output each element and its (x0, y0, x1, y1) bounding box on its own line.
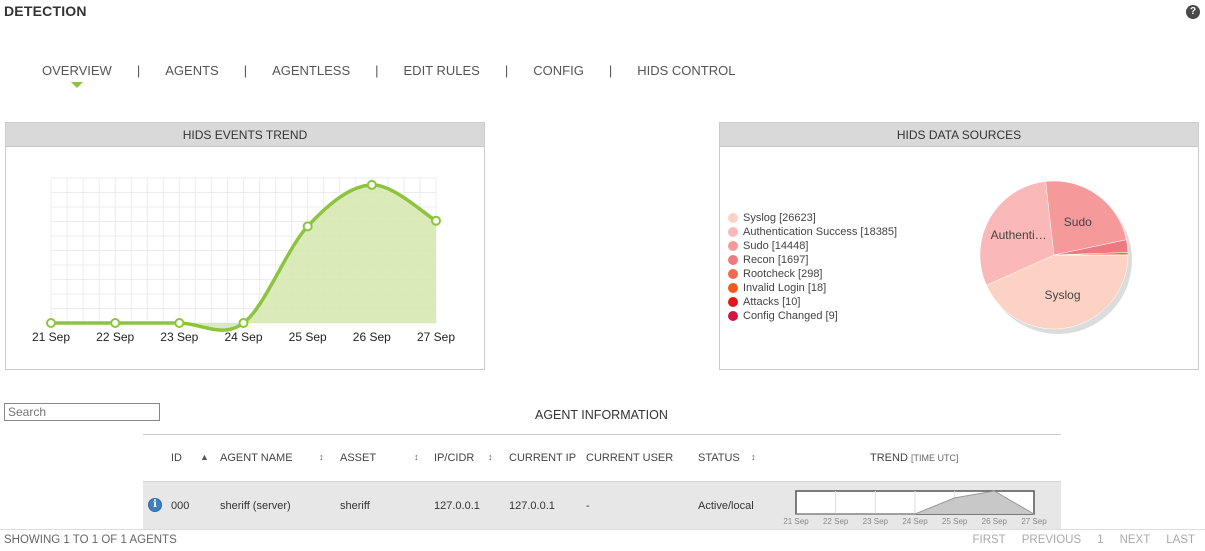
cell-agent-name: sheriff (server) (220, 500, 291, 512)
panel-title: HIDS EVENTS TREND (6, 123, 484, 147)
tab-separator: | (375, 63, 379, 78)
hids-events-trend-panel: HIDS EVENTS TREND 21 Sep 22 Sep 23 Sep 24 S… (5, 122, 485, 370)
cell-asset: sheriff (340, 500, 370, 512)
cell-current-user: - (586, 500, 590, 512)
x-tick-label: 25 Sep (289, 330, 327, 344)
sort-icon[interactable]: ↕ (414, 452, 419, 462)
pager-first[interactable]: FIRST (972, 534, 1005, 546)
events-trend-chart: 21 Sep 22 Sep 23 Sep 24 Sep 25 Sep 26 Sep 27 S… (32, 177, 455, 344)
data-point (366, 179, 377, 190)
hids-data-sources-panel: HIDS DATA SOURCES Syslog [26623] Authenti… (719, 122, 1199, 370)
col-header-status[interactable]: STATUS (698, 452, 740, 464)
pager-page[interactable]: 1 (1097, 534, 1103, 546)
data-point (238, 318, 249, 328)
help-icon[interactable]: ? (1186, 5, 1200, 19)
pager-last[interactable]: LAST (1166, 534, 1195, 546)
pagination: FIRST PREVIOUS 1 NEXT LAST (972, 534, 1195, 546)
tab-agents[interactable]: AGENTS (165, 63, 218, 84)
col-header-current-ip: CURRENT IP (509, 452, 577, 464)
table-header-rule (143, 434, 1061, 435)
data-point (46, 318, 56, 328)
sparkline-tick-label: 24 Sep (902, 517, 928, 526)
tab-separator: | (608, 63, 613, 78)
col-header-id[interactable]: ID (171, 452, 182, 464)
search-input[interactable] (4, 403, 160, 421)
pager-next[interactable]: NEXT (1120, 534, 1151, 546)
trend-sublabel: [TIME UTC] (910, 453, 959, 463)
cell-current-ip: 127.0.0.1 (509, 500, 555, 512)
panel-title: HIDS DATA SOURCES (720, 123, 1198, 147)
tab-separator: | (136, 63, 141, 78)
col-header-agent-name[interactable]: AGENT NAME (220, 452, 293, 464)
sort-icon[interactable]: ↕ (319, 452, 324, 462)
data-point (302, 221, 313, 232)
sort-asc-icon[interactable]: ▲ (200, 452, 209, 462)
x-tick-label: 22 Sep (96, 330, 134, 344)
x-tick-label: 26 Sep (353, 330, 391, 344)
col-header-ip-cidr[interactable]: IP/CIDR (434, 452, 474, 464)
agent-trend-sparkline: 21 Sep 22 Sep 23 Sep 24 Sep 25 Sep 26 Sep 27 S… (783, 490, 1047, 526)
pager-previous[interactable]: PREVIOUS (1022, 534, 1081, 546)
showing-count: SHOWING 1 TO 1 OF 1 AGENTS (4, 534, 177, 546)
footer-rule (0, 529, 1205, 530)
data-point (174, 318, 185, 328)
cell-ip-cidr: 127.0.0.1 (434, 500, 480, 512)
data-point (431, 215, 441, 226)
tab-separator: | (243, 63, 248, 78)
col-header-trend: TREND [TIME UTC] (870, 452, 958, 464)
trend-label: TREND (870, 452, 908, 464)
x-tick-label: 21 Sep (32, 330, 70, 344)
sparkline-tick-label: 22 Sep (823, 517, 849, 526)
col-header-asset[interactable]: ASSET (340, 452, 376, 464)
page-title: DETECTION (4, 3, 87, 19)
cell-status: Active/local (698, 500, 754, 512)
agent-information-title: AGENT INFORMATION (535, 408, 668, 422)
pie-slice-label: Sudo (1064, 215, 1092, 229)
tab-separator: | (504, 63, 509, 78)
detection-tabs: OVERVIEW | AGENTS | AGENTLESS | EDIT RUL… (42, 63, 735, 88)
sort-icon[interactable]: ↕ (488, 452, 493, 462)
sort-icon[interactable]: ↕ (751, 452, 756, 462)
tab-config[interactable]: CONFIG (533, 63, 584, 84)
tab-agentless[interactable]: AGENTLESS (272, 63, 350, 84)
sparkline-tick-label: 27 Sep (1021, 517, 1047, 526)
data-point (110, 318, 121, 328)
sparkline-tick-label: 26 Sep (982, 517, 1008, 526)
cell-id: 000 (171, 500, 190, 512)
pie-slice-label: Syslog (1044, 288, 1080, 302)
pie-slice-label: Authenti… (991, 228, 1047, 242)
data-sources-pie-chart: Syslog Authenti… Sudo (979, 180, 1132, 334)
tab-overview[interactable]: OVERVIEW (42, 63, 112, 88)
tab-edit-rules[interactable]: EDIT RULES (404, 63, 480, 84)
tab-hids-control[interactable]: HIDS CONTROL (637, 63, 735, 84)
col-header-current-user: CURRENT USER (586, 452, 674, 464)
x-tick-label: 23 Sep (160, 330, 198, 344)
info-icon[interactable]: i (148, 498, 162, 512)
sparkline-tick-label: 25 Sep (942, 517, 968, 526)
x-tick-label: 24 Sep (224, 330, 262, 344)
sparkline-tick-label: 21 Sep (783, 517, 809, 526)
sparkline-tick-label: 23 Sep (863, 517, 889, 526)
x-tick-label: 27 Sep (417, 330, 455, 344)
